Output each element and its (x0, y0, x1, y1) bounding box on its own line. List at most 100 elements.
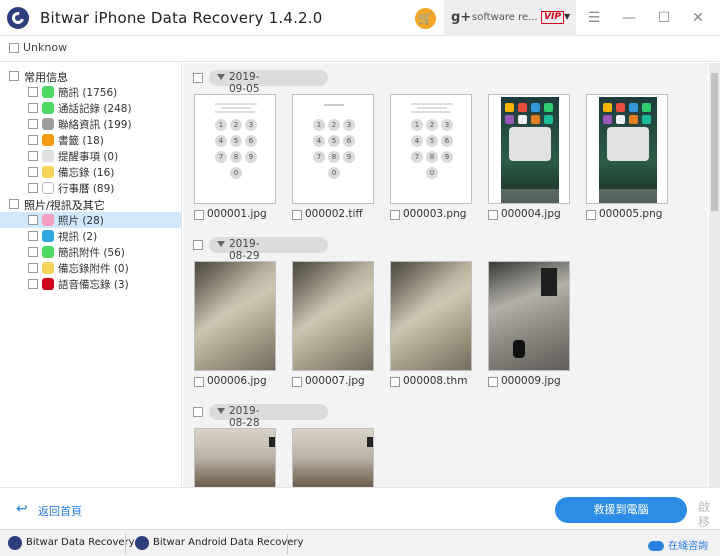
keypad-key: 5 (426, 135, 438, 147)
unknown-checkbox[interactable] (9, 43, 19, 53)
file-checkbox[interactable] (194, 210, 204, 220)
category-checkbox[interactable] (28, 231, 38, 241)
date-pill[interactable] (209, 237, 328, 253)
date-pill[interactable] (209, 70, 328, 86)
minimize-button[interactable]: — (619, 8, 639, 28)
date-group-checkbox[interactable] (193, 240, 203, 250)
title-bar: Bitwar iPhone Data Recovery 1.4.2.0 🛒 g+… (0, 0, 720, 36)
file-checkbox[interactable] (390, 210, 400, 220)
bitwar-logo-icon (135, 536, 149, 550)
category-item[interactable]: 提醒事項 (0) (0, 148, 181, 164)
file-name: 000004.jpg (501, 208, 561, 220)
thumbnail-frame[interactable]: 123 456 7890 (390, 94, 472, 204)
file-name: 000008.thm (403, 375, 468, 387)
file-checkbox[interactable] (390, 377, 400, 387)
keypad-screenshot: 123 456 7890 (403, 101, 461, 201)
keypad-key: 7 (313, 151, 325, 163)
maximize-button[interactable]: ☐ (654, 8, 674, 28)
footer-bar: Bitwar Data Recovery Bitwar Android Data… (0, 529, 720, 556)
scrollbar-thumb[interactable] (711, 73, 718, 211)
category-item[interactable]: 簡訊附件 (56) (0, 244, 181, 260)
category-checkbox[interactable] (28, 87, 38, 97)
group-checkbox[interactable] (9, 71, 19, 81)
category-item[interactable]: 聯絡資訊 (199) (0, 116, 181, 132)
date-pill[interactable] (209, 404, 328, 420)
file-checkbox[interactable] (292, 377, 302, 387)
keypad-key: 3 (441, 119, 453, 131)
file-checkbox[interactable] (292, 210, 302, 220)
photo-image (195, 262, 275, 370)
close-button[interactable]: ✕ (688, 8, 708, 28)
thumbnail-frame[interactable]: 123 456 7890 (292, 94, 374, 204)
category-checkbox[interactable] (28, 167, 38, 177)
footer-item-label: Bitwar Data Recovery (26, 537, 135, 548)
thumbnail-frame[interactable] (488, 94, 570, 204)
keypad-key: 9 (441, 151, 453, 163)
chevron-down-icon[interactable]: ▼ (564, 12, 570, 21)
file-checkbox[interactable] (586, 210, 596, 220)
category-item[interactable]: 視訊 (2) (0, 228, 181, 244)
category-item[interactable]: 行事曆 (89) (0, 180, 181, 196)
calendar-icon (42, 182, 54, 194)
keypad-key: 0 (426, 167, 438, 179)
scrollbar[interactable] (709, 63, 720, 487)
keypad-key: 4 (313, 135, 325, 147)
category-checkbox[interactable] (28, 263, 38, 273)
date-group-checkbox[interactable] (193, 407, 203, 417)
menu-icon[interactable]: ☰ (584, 8, 604, 28)
category-item[interactable]: 簡訊 (1756) (0, 84, 181, 100)
category-item[interactable]: 備忘錄附件 (0) (0, 260, 181, 276)
collapse-triangle-icon[interactable] (217, 241, 225, 247)
category-item[interactable]: 通話記錄 (248) (0, 100, 181, 116)
unknown-label: Unknow (23, 41, 68, 54)
thumbnail-frame[interactable] (194, 428, 276, 487)
group-checkbox[interactable] (9, 199, 19, 209)
category-checkbox[interactable] (28, 215, 38, 225)
account-menu[interactable]: g+ software re... VIP ▼ (444, 0, 576, 36)
file-checkbox[interactable] (488, 210, 498, 220)
footer-divider (125, 534, 126, 554)
keypad-key: 7 (411, 151, 423, 163)
vip-badge: VIP (541, 11, 564, 24)
keypad-key: 8 (426, 151, 438, 163)
keypad-key: 3 (343, 119, 355, 131)
category-item[interactable]: 照片 (28) (0, 212, 181, 228)
file-checkbox[interactable] (488, 377, 498, 387)
keypad-key: 6 (245, 135, 257, 147)
category-checkbox[interactable] (28, 247, 38, 257)
collapse-triangle-icon[interactable] (217, 74, 225, 80)
collapse-triangle-icon[interactable] (217, 408, 225, 414)
file-grid: 2019-09-05 (5)1234567890000001.jpg123456… (183, 63, 708, 487)
category-checkbox[interactable] (28, 135, 38, 145)
category-checkbox[interactable] (28, 119, 38, 129)
notes-icon (42, 166, 54, 178)
category-item[interactable]: 備忘錄 (16) (0, 164, 181, 180)
recover-to-computer-button[interactable]: 救援到電腦 (555, 497, 687, 523)
category-checkbox[interactable] (28, 183, 38, 193)
category-checkbox[interactable] (28, 103, 38, 113)
thumbnail-frame[interactable] (194, 261, 276, 371)
thumbnail-frame[interactable]: 123 456 7890 (194, 94, 276, 204)
file-checkbox[interactable] (194, 377, 204, 387)
thumbnail-frame[interactable] (292, 261, 374, 371)
keypad-key: 2 (230, 119, 242, 131)
category-group[interactable]: 常用信息 (0, 68, 181, 84)
online-chat-link[interactable]: 在綫咨詢 (648, 537, 708, 552)
action-bar: ↩ 返回首頁 救援到電腦 啟 移 (0, 487, 720, 529)
date-group-checkbox[interactable] (193, 73, 203, 83)
category-label: 備忘錄 (16) (58, 167, 115, 179)
thumbnail-frame[interactable] (292, 428, 374, 487)
footer-item-label: Bitwar Android Data Recovery (153, 537, 304, 548)
footer-divider (287, 534, 288, 554)
category-label: 視訊 (2) (58, 231, 98, 243)
thumbnail-frame[interactable] (586, 94, 668, 204)
cart-icon[interactable]: 🛒 (415, 8, 436, 29)
category-item[interactable]: 語音備忘錄 (3) (0, 276, 181, 292)
category-checkbox[interactable] (28, 279, 38, 289)
thumbnail-frame[interactable] (390, 261, 472, 371)
category-label: 備忘錄附件 (0) (58, 263, 129, 275)
category-group[interactable]: 照片/視訊及其它 (0, 196, 181, 212)
thumbnail-frame[interactable] (488, 261, 570, 371)
category-item[interactable]: 書籤 (18) (0, 132, 181, 148)
category-checkbox[interactable] (28, 151, 38, 161)
